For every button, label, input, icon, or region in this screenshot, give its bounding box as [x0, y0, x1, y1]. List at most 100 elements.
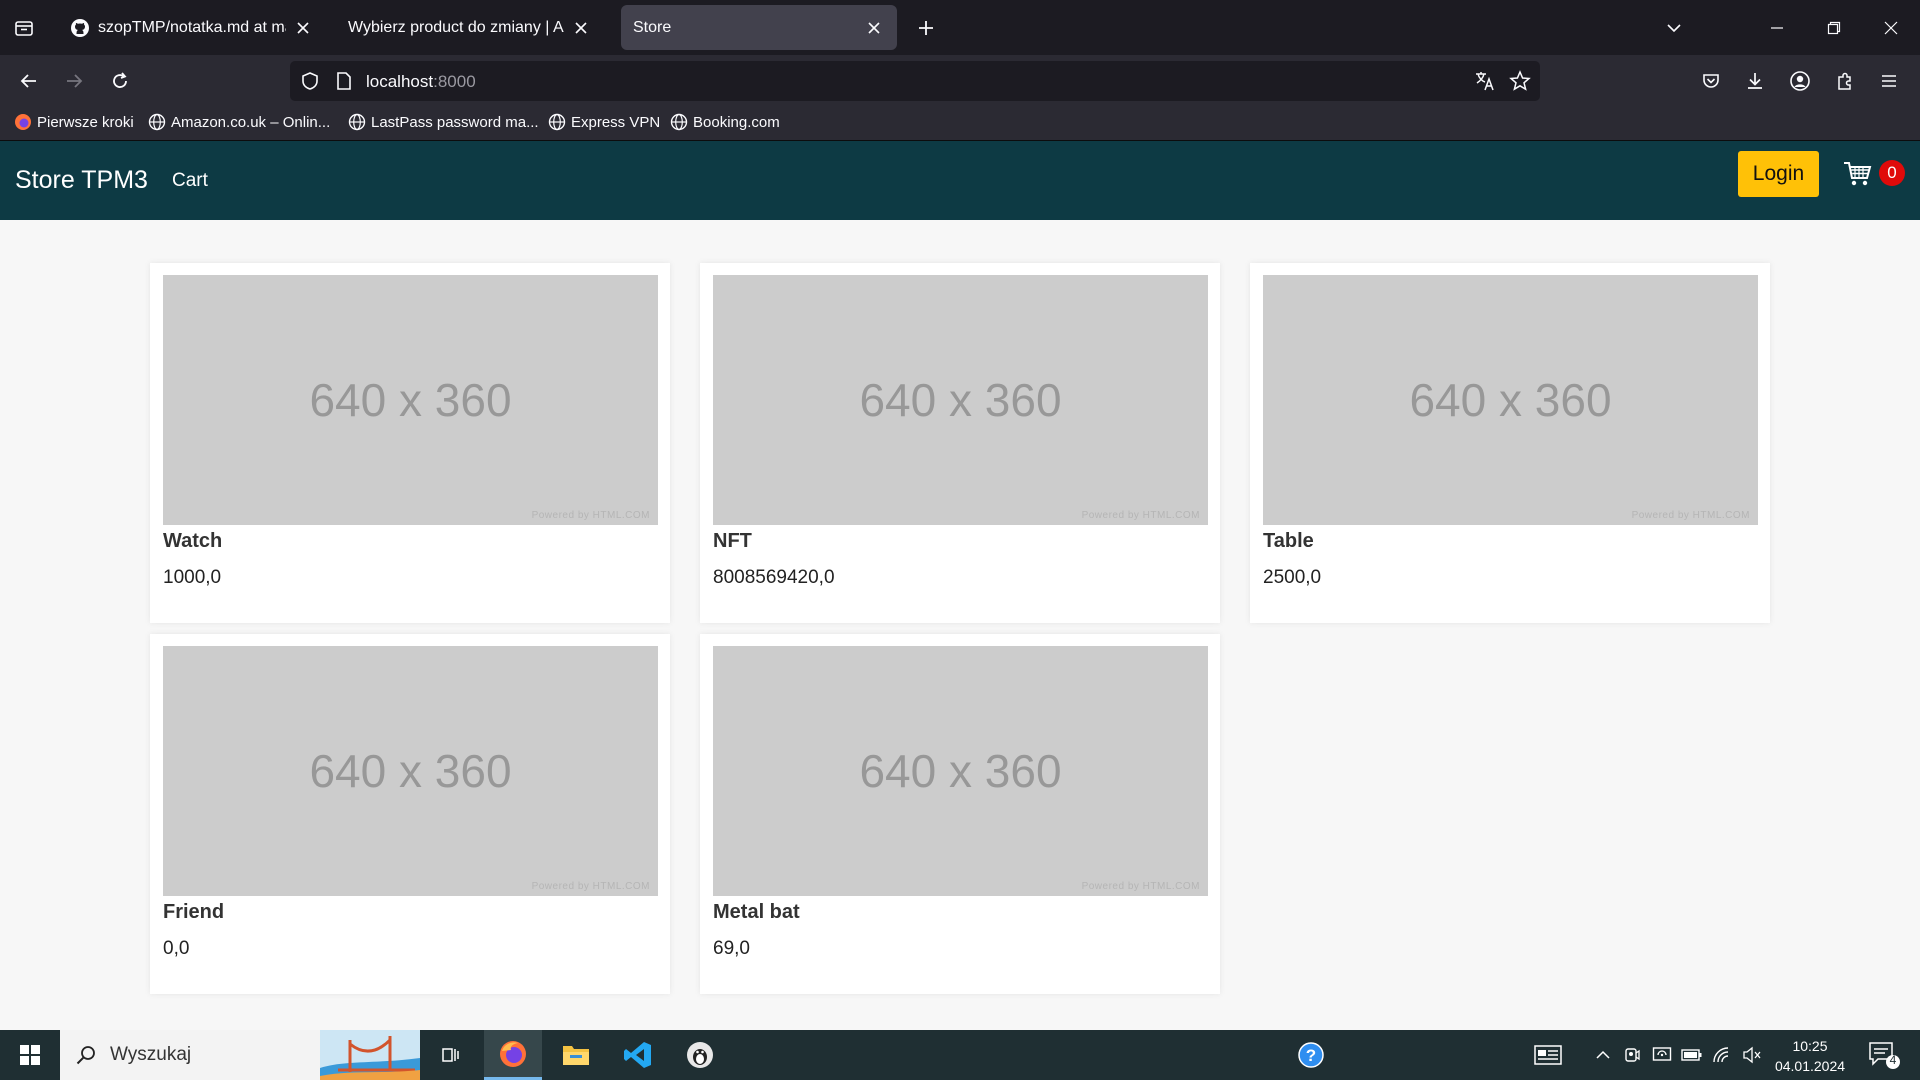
close-icon[interactable] — [863, 17, 885, 39]
task-view-button[interactable] — [421, 1030, 479, 1080]
placeholder-credit: Powered by HTML.COM — [531, 510, 650, 521]
firefox-icon — [14, 113, 32, 131]
product-price: 0,0 — [163, 938, 190, 959]
close-icon[interactable] — [570, 17, 592, 39]
taskbar-file-explorer[interactable] — [547, 1030, 605, 1080]
product-image-placeholder[interactable]: 640 x 360 Powered by HTML.COM — [163, 275, 658, 525]
product-image-placeholder[interactable]: 640 x 360 Powered by HTML.COM — [163, 646, 658, 896]
product-price: 2500,0 — [1263, 567, 1322, 588]
menu-button[interactable] — [1872, 64, 1906, 98]
shield-icon[interactable] — [298, 69, 322, 93]
product-card-metal-bat[interactable]: 640 x 360 Powered by HTML.COM Metal bat … — [700, 634, 1220, 994]
globe-icon — [348, 113, 366, 131]
search-icon — [74, 1043, 98, 1067]
product-card-watch[interactable]: 640 x 360 Powered by HTML.COM Watch 1000… — [150, 263, 670, 623]
taskbar-search-box[interactable]: Wyszukaj — [60, 1030, 420, 1080]
page-icon[interactable] — [332, 69, 356, 93]
wifi-icon[interactable] — [1710, 1043, 1734, 1067]
forward-button[interactable] — [57, 64, 91, 98]
login-button[interactable]: Login — [1738, 151, 1819, 197]
product-card-nft[interactable]: 640 x 360 Powered by HTML.COM NFT 800856… — [700, 263, 1220, 623]
vscode-icon — [624, 1042, 651, 1068]
bookmark-label: Pierwsze kroki — [37, 113, 134, 131]
taskbar-app-penguin[interactable] — [671, 1030, 729, 1080]
translate-icon[interactable] — [1473, 69, 1497, 93]
placeholder-size-text: 640 x 360 — [309, 745, 512, 797]
bookmark-item[interactable]: Express VPN — [548, 113, 660, 131]
help-icon[interactable]: ? — [1296, 1040, 1326, 1070]
nav-link-cart[interactable]: Cart — [172, 170, 208, 192]
plus-icon — [919, 21, 933, 35]
url-bar[interactable]: localhost:8000 — [290, 61, 1540, 101]
news-widget-icon[interactable] — [1533, 1043, 1563, 1067]
tab-github[interactable]: szopTMP/notatka.md at main · — [58, 5, 326, 50]
tab-list-icon — [15, 21, 33, 36]
back-button[interactable] — [12, 64, 46, 98]
close-icon — [1884, 21, 1898, 35]
product-name: Metal bat — [713, 901, 800, 923]
windows-taskbar: Wyszukaj ? 10:25 04.01.2024 4 — [0, 1030, 1920, 1080]
product-name: Table — [1263, 530, 1314, 552]
product-image-placeholder[interactable]: 640 x 360 Powered by HTML.COM — [713, 275, 1208, 525]
pocket-button[interactable] — [1694, 64, 1728, 98]
camera-icon[interactable] — [1620, 1043, 1644, 1067]
bookmark-label: LastPass password ma... — [371, 113, 539, 131]
firefox-icon — [500, 1040, 526, 1067]
taskbar-vscode[interactable] — [609, 1030, 667, 1080]
placeholder-size-text: 640 x 360 — [859, 374, 1062, 426]
chevron-down-icon — [1667, 24, 1681, 33]
tab-title: Store — [633, 18, 672, 36]
shopping-cart-icon[interactable] — [1843, 159, 1873, 189]
product-card-table[interactable]: 640 x 360 Powered by HTML.COM Table 2500… — [1250, 263, 1770, 623]
folder-icon — [563, 1046, 589, 1065]
tab-store[interactable]: Store — [621, 5, 897, 50]
battery-icon[interactable] — [1680, 1043, 1704, 1067]
extensions-button[interactable] — [1828, 64, 1862, 98]
tab-admin[interactable]: Wybierz product do zmiany | Admin — [336, 5, 604, 50]
placeholder-credit: Powered by HTML.COM — [531, 881, 650, 892]
minimize-button[interactable] — [1757, 8, 1797, 48]
tab-title: szopTMP/notatka.md at main · — [98, 18, 286, 36]
browser-tab-bar: szopTMP/notatka.md at main · Wybierz pro… — [0, 0, 1920, 55]
placeholder-credit: Powered by HTML.COM — [1081, 881, 1200, 892]
placeholder-size-text: 640 x 360 — [859, 745, 1062, 797]
puzzle-icon — [1838, 72, 1851, 90]
product-card-friend[interactable]: 640 x 360 Powered by HTML.COM Friend 0,0 — [150, 634, 670, 994]
globe-icon — [548, 113, 566, 131]
site-brand[interactable]: Store TPM3 — [15, 166, 148, 195]
start-button[interactable] — [0, 1030, 60, 1080]
close-window-button[interactable] — [1871, 8, 1911, 48]
bookmark-star-icon[interactable] — [1508, 69, 1532, 93]
reload-icon — [113, 72, 127, 88]
bookmark-item[interactable]: LastPass password ma... — [348, 113, 539, 131]
close-icon[interactable] — [292, 17, 314, 39]
browser-toolbar: localhost:8000 — [0, 55, 1920, 107]
restore-button[interactable] — [1814, 8, 1854, 48]
arrow-right-icon — [67, 74, 83, 88]
product-image-placeholder[interactable]: 640 x 360 Powered by HTML.COM — [713, 646, 1208, 896]
taskbar-clock[interactable]: 10:25 04.01.2024 — [1770, 1036, 1850, 1076]
product-image-placeholder[interactable]: 640 x 360 Powered by HTML.COM — [1263, 275, 1758, 525]
tab-list-button[interactable] — [8, 12, 40, 44]
notification-center-button[interactable]: 4 — [1868, 1040, 1902, 1070]
bookmark-item[interactable]: Pierwsze kroki — [14, 113, 134, 131]
downloads-button[interactable] — [1738, 64, 1772, 98]
chevron-up-icon[interactable] — [1591, 1043, 1615, 1067]
clock-time: 10:25 — [1792, 1038, 1828, 1054]
account-icon — [1790, 71, 1810, 91]
search-placeholder: Wyszukaj — [110, 1044, 192, 1065]
download-icon — [1748, 73, 1762, 89]
product-price: 69,0 — [713, 938, 750, 959]
product-name: Watch — [163, 530, 223, 552]
new-tab-button[interactable] — [910, 12, 942, 44]
bookmark-item[interactable]: Booking.com — [670, 113, 780, 131]
list-all-tabs-button[interactable] — [1654, 8, 1694, 48]
bookmark-item[interactable]: Amazon.co.uk – Onlin... — [148, 113, 330, 131]
reload-button[interactable] — [103, 64, 137, 98]
product-name: Friend — [163, 901, 225, 923]
taskbar-firefox[interactable] — [484, 1030, 542, 1080]
account-button[interactable] — [1783, 64, 1817, 98]
screen-share-icon[interactable] — [1650, 1043, 1674, 1067]
clock-date: 04.01.2024 — [1774, 1058, 1846, 1074]
speaker-muted-icon[interactable] — [1740, 1043, 1764, 1067]
